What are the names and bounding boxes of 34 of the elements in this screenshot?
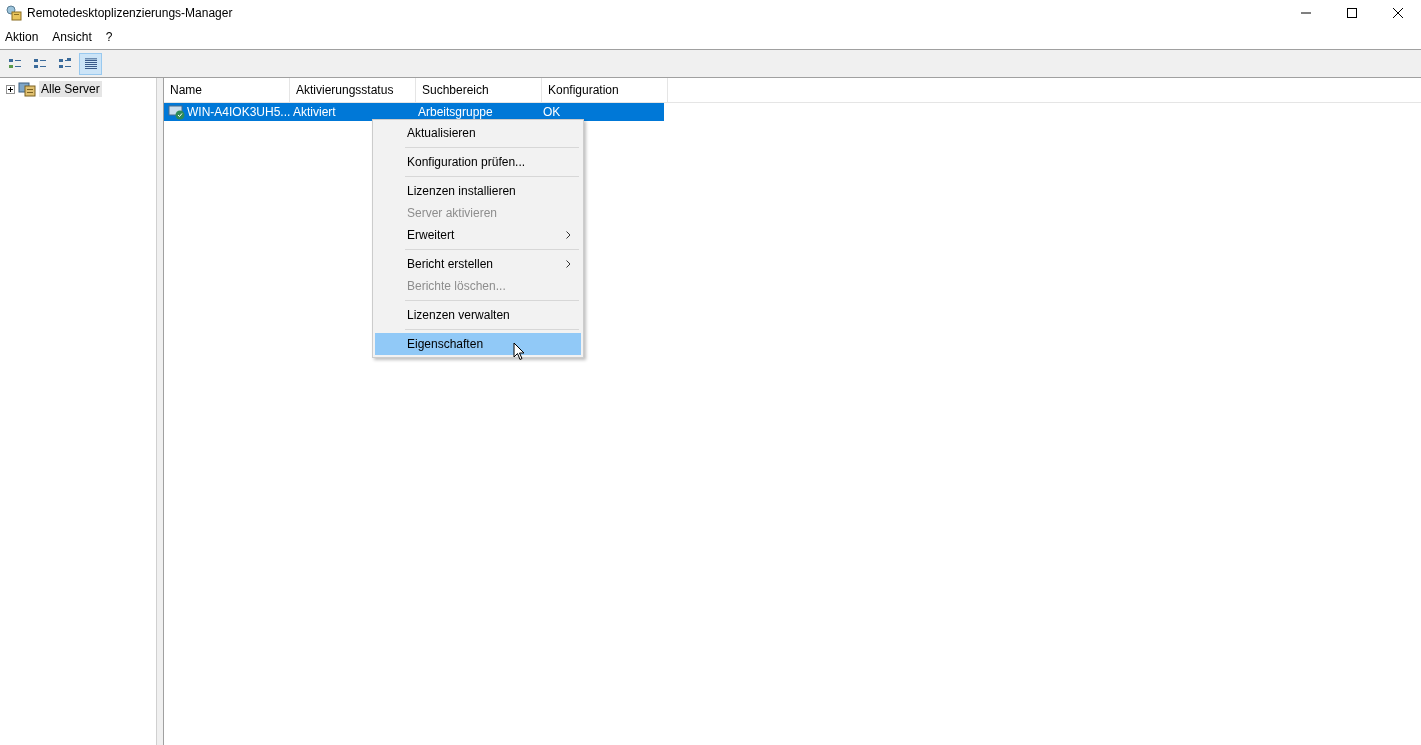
mouse-cursor-icon xyxy=(513,342,526,361)
table-cell-text: Aktiviert xyxy=(292,104,337,121)
column-header[interactable]: Konfiguration xyxy=(542,78,668,102)
column-header[interactable]: Name xyxy=(164,78,290,102)
window-title: Remotedesktoplizenzierungs-Manager xyxy=(27,5,233,20)
context-menu-item[interactable]: Lizenzen installieren xyxy=(375,180,581,202)
detail-list-icon xyxy=(82,56,99,71)
tree-view-icon xyxy=(32,56,49,71)
close-icon xyxy=(1393,7,1403,18)
context-menu-item[interactable]: Bericht erstellen xyxy=(375,253,581,275)
tree-view-icon xyxy=(57,56,74,71)
context-menu-item[interactable]: Erweitert xyxy=(375,224,581,246)
server-check-icon xyxy=(168,104,186,120)
table-row[interactable]: WIN-A4IOK3UH5... Aktiviert Arbeitsgruppe OK xyxy=(164,103,664,121)
chevron-right-icon xyxy=(566,231,571,239)
maximize-icon xyxy=(1347,7,1357,18)
context-menu-item[interactable]: Lizenzen verwalten xyxy=(375,304,581,326)
context-menu-item[interactable]: Aktualisieren xyxy=(375,122,581,144)
detail-view-button[interactable] xyxy=(79,52,102,75)
server-key-icon xyxy=(6,4,22,21)
tree-view-icon xyxy=(7,56,24,71)
tree-item[interactable]: Alle Server xyxy=(39,81,102,97)
table-cell-text: Arbeitsgruppe xyxy=(417,104,494,121)
server-group-icon xyxy=(17,81,37,97)
menu-item[interactable]: Aktion xyxy=(5,29,39,44)
expand-icon[interactable] xyxy=(6,84,15,94)
chevron-right-icon xyxy=(566,260,571,268)
context-menu-item[interactable]: Eigenschaften xyxy=(375,333,581,355)
column-header[interactable]: Aktivierungsstatus xyxy=(290,78,416,102)
table-cell-text: OK xyxy=(542,104,562,121)
column-header[interactable]: Suchbereich xyxy=(416,78,542,102)
context-menu-item[interactable]: Konfiguration prüfen... xyxy=(375,151,581,173)
menu-item[interactable]: ? xyxy=(105,29,113,44)
menu-item[interactable]: Ansicht xyxy=(52,29,92,44)
